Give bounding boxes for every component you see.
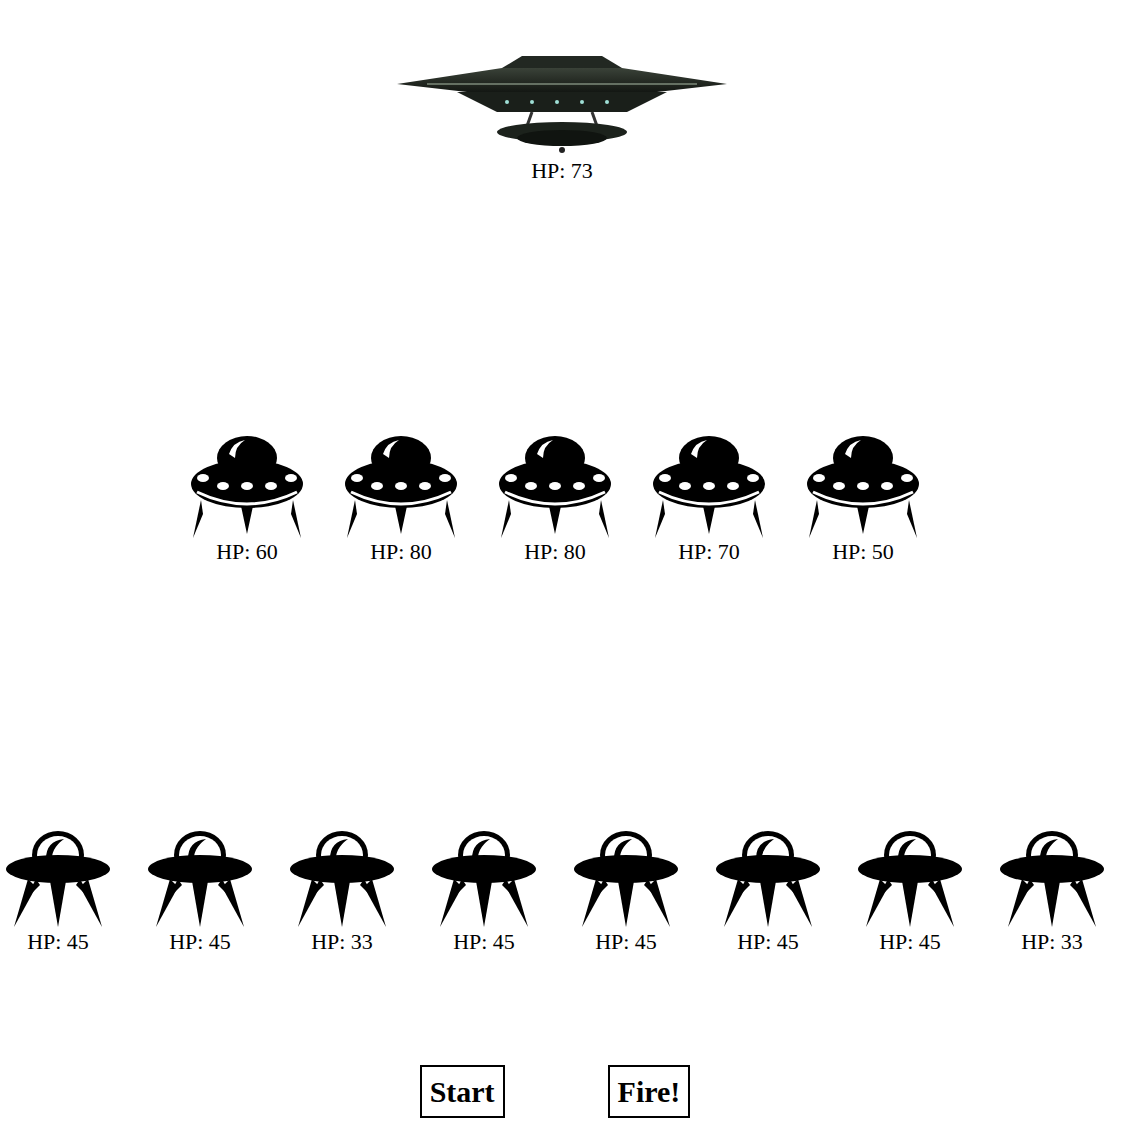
alien-ship-icon: [148, 829, 252, 929]
hp-label: HP: 33: [311, 929, 373, 955]
alien-ship[interactable]: HP: 45: [432, 829, 536, 955]
ufo[interactable]: HP: 80: [343, 434, 459, 565]
hp-label: HP: 45: [737, 929, 799, 955]
alien-ship[interactable]: HP: 45: [716, 829, 820, 955]
hp-label: HP: 60: [216, 539, 278, 565]
ufo-icon: [343, 434, 459, 539]
alien-ship[interactable]: HP: 45: [6, 829, 110, 955]
hp-label: HP: 45: [169, 929, 231, 955]
alien-ship-icon: [290, 829, 394, 929]
bottom-row: HP: 45 HP: 45 HP: 33 HP: 45 HP: 45 HP: 45 HP: …: [6, 829, 1104, 955]
alien-ship-icon: [858, 829, 962, 929]
hp-label: HP: 73: [531, 158, 593, 184]
alien-ship-icon: [1000, 829, 1104, 929]
mothership[interactable]: HP: 73: [397, 38, 727, 184]
alien-ship-icon: [432, 829, 536, 929]
ufo-icon: [497, 434, 613, 539]
hp-label: HP: 45: [453, 929, 515, 955]
hp-label: HP: 70: [678, 539, 740, 565]
alien-ship-icon: [574, 829, 678, 929]
start-button[interactable]: Start: [420, 1065, 505, 1118]
ufo[interactable]: HP: 50: [805, 434, 921, 565]
hp-label: HP: 33: [1021, 929, 1083, 955]
hp-label: HP: 50: [832, 539, 894, 565]
alien-ship[interactable]: HP: 45: [148, 829, 252, 955]
hp-label: HP: 45: [879, 929, 941, 955]
ufo[interactable]: HP: 80: [497, 434, 613, 565]
mothership-icon: [397, 38, 727, 158]
ufo[interactable]: HP: 60: [189, 434, 305, 565]
game-screen: HP: 73HP: 60HP: 80HP: 80HP: 70HP: 50HP: …: [0, 0, 1124, 1127]
alien-ship[interactable]: HP: 33: [290, 829, 394, 955]
hp-label: HP: 80: [370, 539, 432, 565]
alien-ship-icon: [6, 829, 110, 929]
fire-button[interactable]: Fire!: [608, 1065, 691, 1118]
controls: Start Fire!: [420, 1065, 691, 1118]
middle-row: HP: 60 HP: 80 HP: 80 HP: 70 HP: 50: [189, 434, 921, 565]
hp-label: HP: 45: [27, 929, 89, 955]
hp-label: HP: 45: [595, 929, 657, 955]
alien-ship[interactable]: HP: 45: [574, 829, 678, 955]
ufo[interactable]: HP: 70: [651, 434, 767, 565]
ufo-icon: [189, 434, 305, 539]
ufo-icon: [651, 434, 767, 539]
alien-ship[interactable]: HP: 45: [858, 829, 962, 955]
ufo-icon: [805, 434, 921, 539]
alien-ship-icon: [716, 829, 820, 929]
alien-ship[interactable]: HP: 33: [1000, 829, 1104, 955]
hp-label: HP: 80: [524, 539, 586, 565]
